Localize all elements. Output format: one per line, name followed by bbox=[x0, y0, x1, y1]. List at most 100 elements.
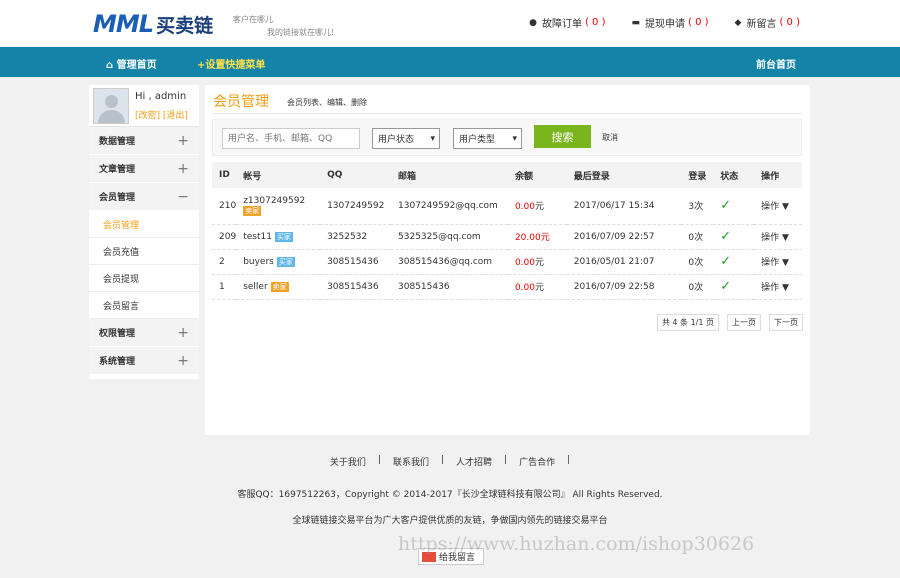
group-label: 文章管理 bbox=[99, 165, 136, 175]
check-icon: ✓ bbox=[720, 254, 732, 269]
search-button[interactable]: 搜索 bbox=[534, 125, 591, 148]
front-home-link[interactable]: 前台首页 bbox=[756, 56, 796, 71]
footer-divider: | bbox=[567, 455, 571, 465]
card-icon: ▬ bbox=[631, 17, 641, 28]
row-actions-dropdown[interactable]: 操作 ▼ bbox=[754, 249, 802, 275]
sidebar-group-articles[interactable]: 文章管理 + bbox=[89, 155, 199, 183]
nav-new-messages[interactable]: ◆ 新留言 ( 0 ) bbox=[735, 15, 800, 30]
col-logins: 登录 bbox=[681, 162, 714, 188]
sidebar-item-member-message[interactable]: 会员留言 bbox=[89, 292, 199, 319]
sidebar-group-members[interactable]: 会员管理 − bbox=[89, 183, 199, 211]
title-divider bbox=[212, 113, 802, 114]
cell-status: ✓ bbox=[713, 224, 755, 250]
sidebar-group-data[interactable]: 数据管理 + bbox=[89, 127, 199, 155]
status-select-value: 用户状态 bbox=[378, 135, 415, 145]
main-navbar: ⌂ 管理首页 +设置快捷菜单 前台首页 bbox=[0, 47, 900, 77]
cell-logins: 0次 bbox=[681, 249, 714, 275]
type-select-value: 用户类型 bbox=[459, 135, 496, 145]
user-panel: Hi , admin [改密] [退出] bbox=[89, 85, 199, 127]
status-select[interactable]: 用户状态 ▾ bbox=[372, 128, 440, 149]
watermark: https://www.huzhan.com/ishop30626 bbox=[398, 533, 755, 555]
cell-balance: 0.00元 bbox=[507, 274, 567, 300]
balance-unit: 元 bbox=[540, 233, 550, 243]
footer-link-jobs[interactable]: 人才招聘 bbox=[456, 455, 492, 468]
sidebar-group-permissions[interactable]: 权限管理 + bbox=[89, 319, 199, 347]
cell-status: ✓ bbox=[713, 188, 755, 225]
balance-unit: 元 bbox=[535, 202, 545, 213]
logo-mark: MML bbox=[93, 10, 154, 38]
col-status: 状态 bbox=[713, 162, 755, 188]
col-last-login: 最后登录 bbox=[566, 162, 682, 188]
cell-last-login: 2016/07/09 22:58 bbox=[566, 274, 682, 300]
avatar bbox=[93, 88, 129, 124]
footer-link-about[interactable]: 关于我们 bbox=[330, 455, 366, 468]
pagination: 共 4 条 1/1 页 上一页 下一页 bbox=[649, 314, 803, 331]
nav-count: ( 0 ) bbox=[584, 17, 606, 28]
quick-menu-link[interactable]: +设置快捷菜单 bbox=[197, 56, 265, 71]
top-header: MML 买卖链 客户在哪儿 我的链接就在哪儿! ● 故障订单 ( 0 ) ▬ 提… bbox=[0, 0, 900, 47]
slogan: 客户在哪儿 我的链接就在哪儿! bbox=[233, 13, 334, 39]
footer-link-contact[interactable]: 联系我们 bbox=[393, 455, 429, 468]
slogan-line-2: 我的链接就在哪儿! bbox=[267, 28, 335, 37]
footer-links: 关于我们 | 联系我们 | 人才招聘 | 广告合作 | bbox=[0, 455, 900, 468]
search-input[interactable] bbox=[222, 128, 360, 149]
row-actions-dropdown[interactable]: 操作 ▼ bbox=[754, 224, 802, 250]
check-icon: ✓ bbox=[720, 279, 732, 294]
nav-fault-orders[interactable]: ● 故障订单 ( 0 ) bbox=[529, 15, 605, 30]
chevron-down-icon: ▾ bbox=[512, 133, 517, 144]
cell-email: 1307249592@qq.com bbox=[391, 188, 508, 225]
logo[interactable]: MML 买卖链 bbox=[93, 7, 213, 41]
cell-account: test11 买家 bbox=[236, 224, 321, 250]
plus-icon: + bbox=[177, 132, 189, 149]
cell-logins: 3次 bbox=[681, 188, 714, 225]
col-balance: 余额 bbox=[507, 162, 567, 188]
nav-withdraw-requests[interactable]: ▬ 提现申请 ( 0 ) bbox=[632, 15, 709, 30]
seller-badge: 卖家 bbox=[270, 281, 289, 292]
sidebar-item-member-withdraw[interactable]: 会员提现 bbox=[89, 265, 199, 292]
cell-balance: 20.00元 bbox=[507, 224, 567, 250]
info-icon: ● bbox=[529, 17, 537, 28]
row-actions-dropdown[interactable]: 操作 ▼ bbox=[754, 274, 802, 300]
account-name: seller bbox=[243, 281, 268, 292]
page-subtitle: 会员列表、编辑、删除 bbox=[287, 98, 367, 107]
footer-link-ads[interactable]: 广告合作 bbox=[519, 455, 555, 468]
nav-label: 故障订单 bbox=[541, 19, 582, 30]
footer-slogan: 全球链链接交易平台为广大客户提供优质的友链，争做国内领先的链接交易平台 bbox=[292, 516, 608, 526]
col-account: 帐号 bbox=[236, 162, 321, 188]
sidebar-item-member-recharge[interactable]: 会员充值 bbox=[89, 238, 199, 265]
cancel-link[interactable]: 取消 bbox=[602, 132, 618, 143]
account-name: z1307249592 bbox=[243, 195, 306, 206]
footer-divider: | bbox=[377, 455, 381, 465]
row-actions-dropdown[interactable]: 操作 ▼ bbox=[754, 188, 802, 225]
balance-unit: 元 bbox=[535, 258, 545, 268]
main-panel: 会员管理 会员列表、编辑、删除 用户状态 ▾ 用户类型 ▾ 搜索 取消 ID 帐号 … bbox=[205, 85, 810, 435]
footer: 关于我们 | 联系我们 | 人才招聘 | 广告合作 | 客服QQ：1697512263，… bbox=[0, 455, 900, 526]
minus-icon: − bbox=[177, 188, 189, 205]
cell-id: 209 bbox=[212, 224, 237, 250]
home-icon: ⌂ bbox=[106, 60, 117, 71]
footer-divider: | bbox=[440, 455, 444, 465]
sidebar: Hi , admin [改密] [退出] 数据管理 + 文章管理 + 会员管理 − 会… bbox=[89, 85, 199, 379]
type-select[interactable]: 用户类型 ▾ bbox=[453, 128, 522, 149]
pagination-info: 共 4 条 1/1 页 bbox=[656, 314, 719, 331]
copyright: 客服QQ：1697512263，Copyright © 2014-2017『长沙… bbox=[237, 490, 663, 500]
user-links[interactable]: [改密] [退出] bbox=[135, 108, 188, 121]
check-icon: ✓ bbox=[720, 198, 732, 214]
col-actions: 操作 bbox=[754, 162, 802, 188]
plus-icon: + bbox=[177, 324, 189, 341]
table-header: ID 帐号 QQ 邮箱 余额 最后登录 登录 状态 操作 bbox=[212, 162, 802, 188]
table-row: 2 buyers 买家 308515436 308515436@qq.com 0.… bbox=[212, 249, 802, 275]
prev-page-button[interactable]: 上一页 bbox=[727, 314, 761, 331]
cell-qq: 308515436 bbox=[320, 249, 392, 275]
cell-id: 1 bbox=[212, 274, 237, 300]
sidebar-item-member-manage[interactable]: 会员管理 bbox=[89, 211, 199, 238]
check-icon: ✓ bbox=[720, 229, 732, 244]
nav-label: 新留言 bbox=[746, 19, 777, 30]
admin-home-link[interactable]: ⌂ 管理首页 bbox=[106, 56, 157, 71]
next-page-button[interactable]: 下一页 bbox=[769, 314, 803, 331]
sidebar-group-system[interactable]: 系统管理 + bbox=[89, 347, 199, 375]
admin-home-label: 管理首页 bbox=[116, 60, 157, 71]
account-name: test11 bbox=[243, 231, 272, 242]
nav-count: ( 0 ) bbox=[779, 17, 800, 28]
balance-value: 0.00 bbox=[514, 258, 535, 268]
